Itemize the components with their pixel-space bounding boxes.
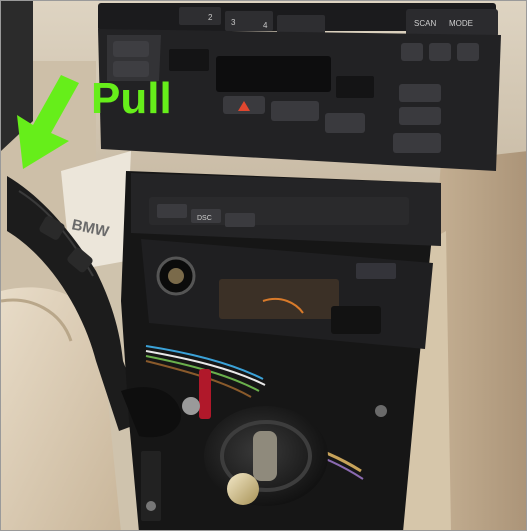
air-vent — [169, 49, 209, 71]
seat-heater-button — [225, 213, 255, 227]
defrost-button — [399, 107, 441, 125]
climate-display — [216, 56, 331, 92]
shifter-linkage — [199, 369, 211, 419]
arrow-button — [401, 43, 423, 61]
tray-bracket — [331, 306, 381, 334]
arrow-button — [457, 43, 479, 61]
photo-frame: BMW 2 3 4 6 SCAN MODE — [0, 0, 527, 531]
console-bolt — [375, 405, 387, 417]
pull-annotation: Pull — [91, 74, 172, 123]
bracket-bolt — [146, 501, 156, 511]
scan-label: SCAN — [414, 19, 436, 28]
switch-row — [149, 197, 409, 225]
shifter-pivot — [227, 473, 259, 505]
mode-label: MODE — [449, 19, 473, 28]
linkage-bolt — [182, 397, 200, 415]
dsc-label: DSC — [197, 215, 212, 222]
rear-defrost-button — [393, 133, 441, 153]
lighter-element — [168, 268, 184, 284]
seat-heater-button — [157, 204, 187, 218]
console-photo: BMW 2 3 4 6 SCAN MODE — [1, 1, 526, 530]
preset-button — [179, 7, 221, 25]
recirculate-button — [325, 113, 365, 133]
fan-speed-button — [271, 101, 319, 121]
tray-latch — [356, 263, 396, 279]
preset-label: 2 — [208, 13, 213, 22]
fan-button — [113, 41, 149, 57]
preset-label: 3 — [231, 18, 236, 27]
preset-label: 4 — [263, 21, 268, 30]
shifter-stem — [253, 431, 277, 481]
air-vent — [336, 76, 374, 98]
defrost-button — [399, 84, 441, 102]
arrow-button — [429, 43, 451, 61]
